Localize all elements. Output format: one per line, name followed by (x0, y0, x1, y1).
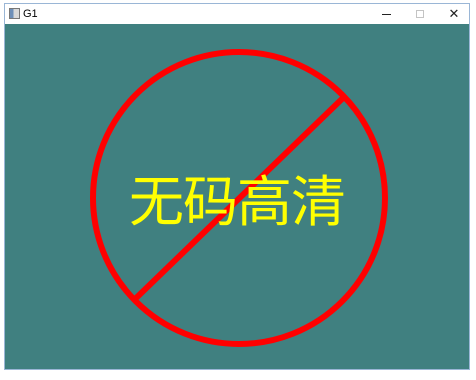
minimize-button[interactable] (369, 4, 403, 24)
close-button[interactable]: ✕ (437, 4, 471, 24)
app-window: G1 ✕ 无码高清 (4, 3, 470, 370)
maximize-icon (416, 10, 424, 18)
sign-text: 无码高清 (128, 170, 346, 234)
title-bar[interactable]: G1 ✕ (5, 4, 469, 24)
window-title: G1 (23, 8, 38, 20)
app-icon[interactable] (9, 8, 20, 19)
drawing-canvas: 无码高清 (5, 24, 469, 369)
minimize-icon (381, 13, 391, 15)
close-icon: ✕ (448, 6, 460, 22)
maximize-button[interactable] (403, 4, 437, 24)
